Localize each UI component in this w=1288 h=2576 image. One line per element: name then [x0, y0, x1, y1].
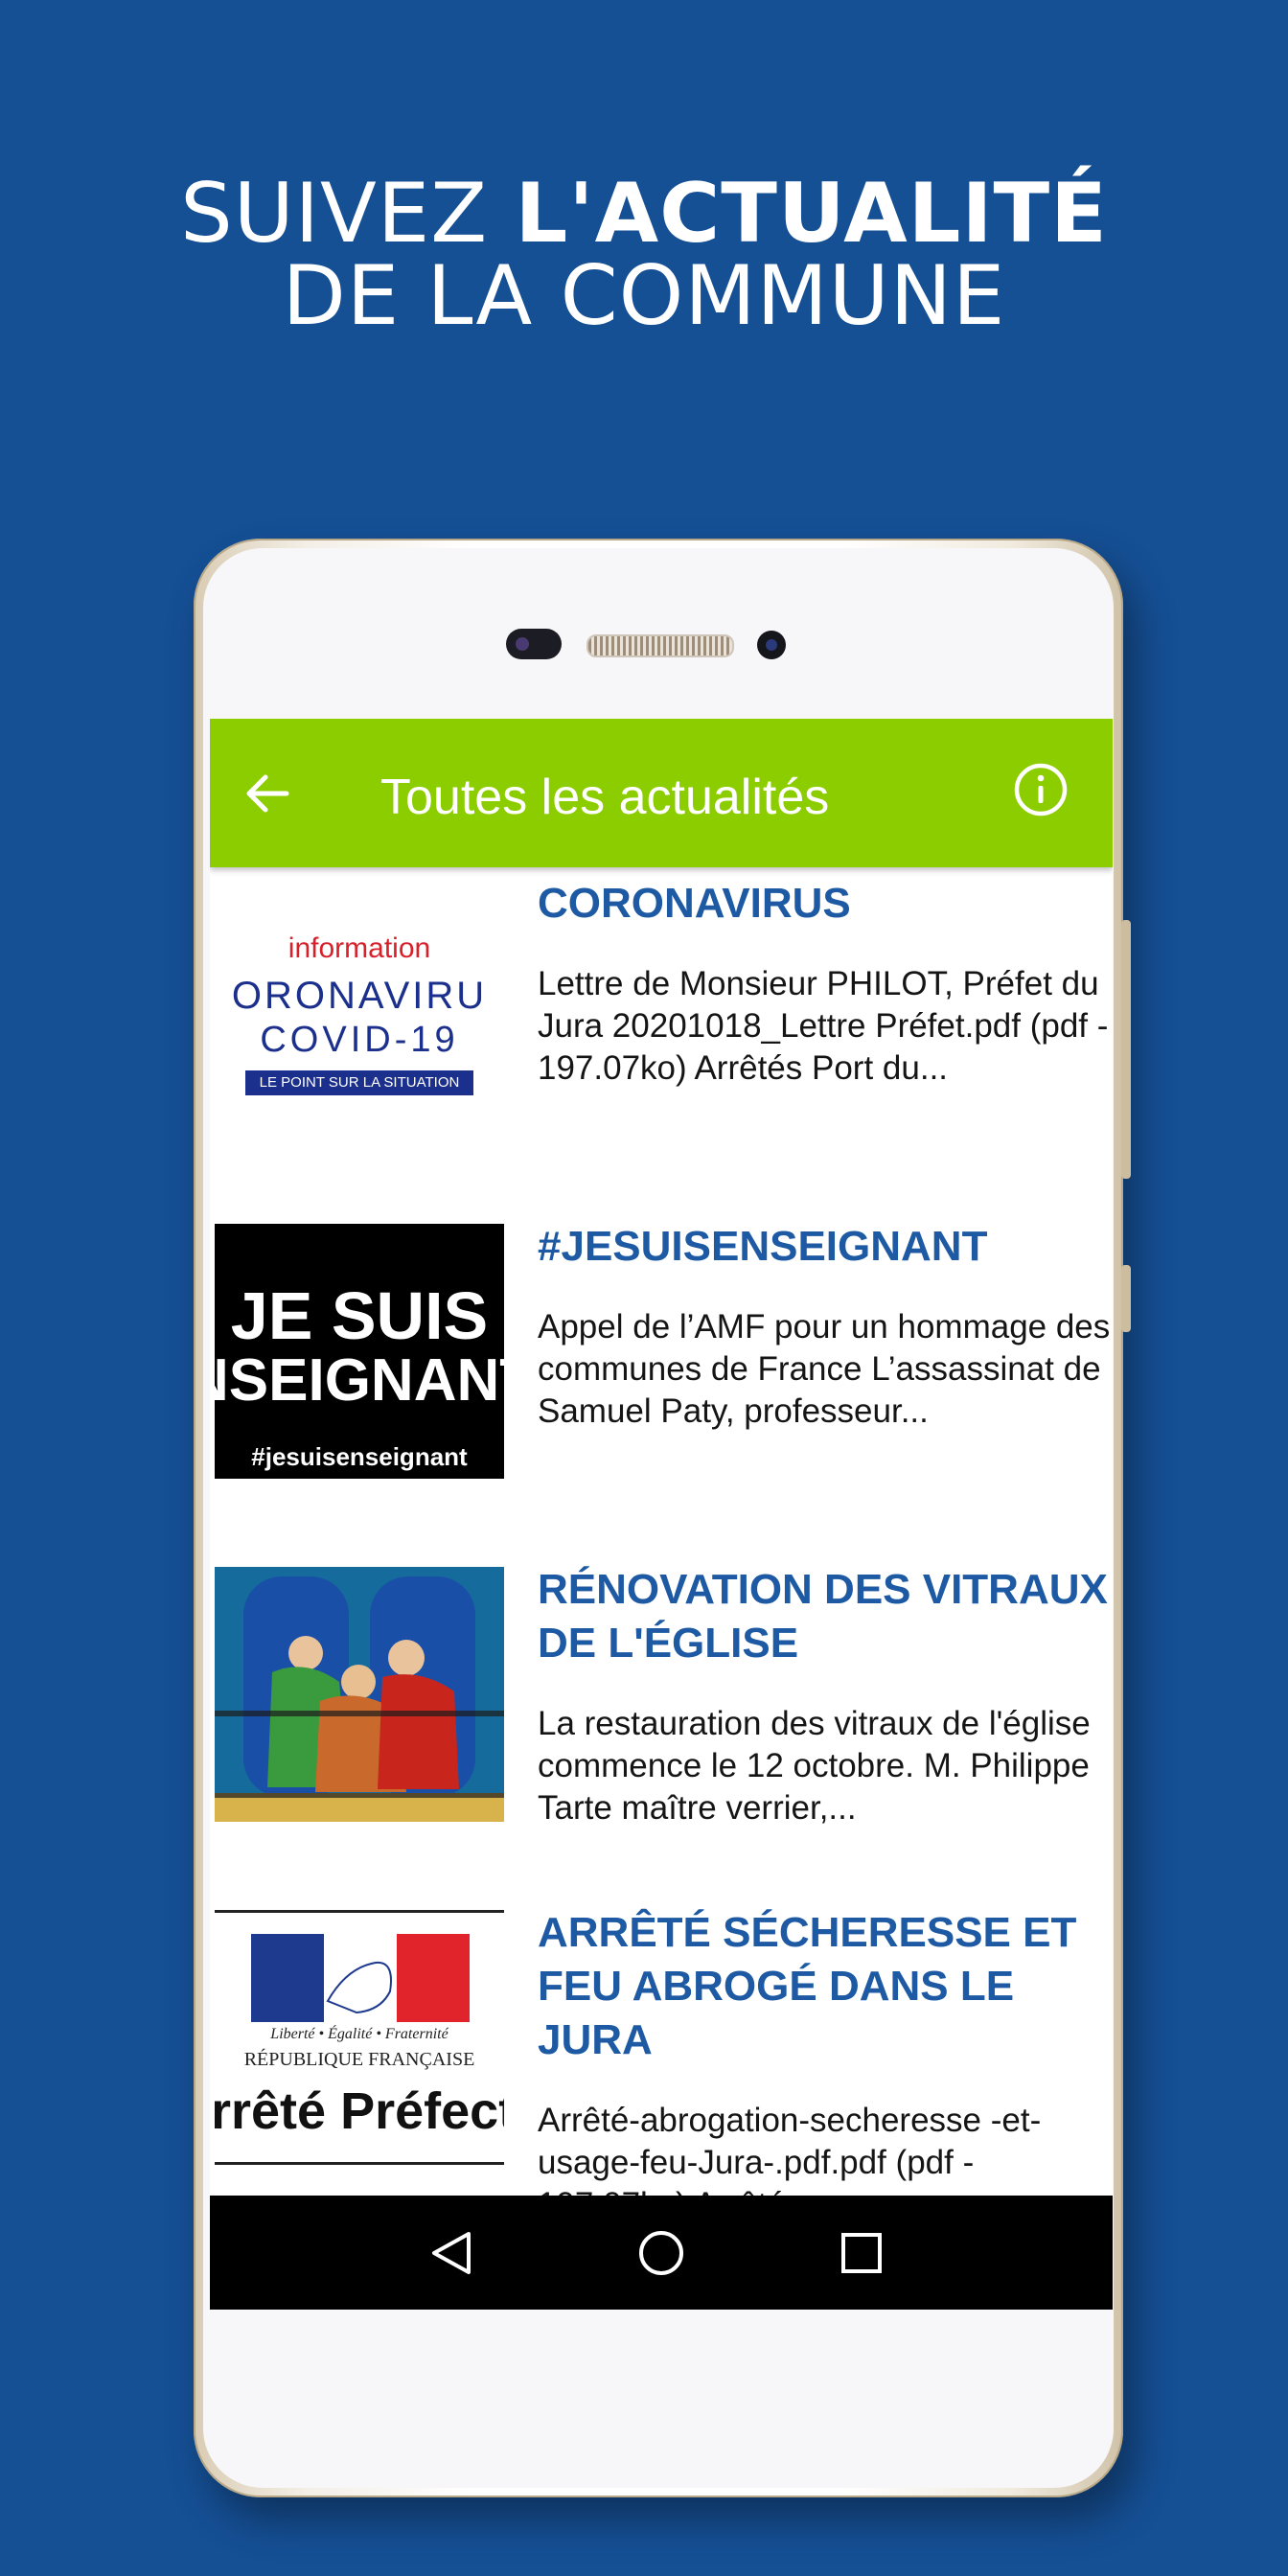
phone-side-button [1121, 1265, 1131, 1332]
phone-side-button [1121, 920, 1131, 1179]
article-excerpt: La restauration des vitraux de l'église … [538, 1705, 1091, 1827]
thumbnail-text: #jesuisenseignant [251, 1442, 468, 1471]
headline: SUIVEZ L'ACTUALITÉ DE LA COMMUNE [0, 172, 1288, 337]
marianne-logo-icon [251, 1934, 470, 2022]
thumbnail-text: JE SUIS [230, 1278, 489, 1353]
thumbnail-text: Liberté • Égalité • Fraternité [270, 2026, 448, 2042]
triangle-back-icon[interactable] [421, 2222, 482, 2284]
square-recents-icon[interactable] [831, 2222, 892, 2284]
system-nav-bar [210, 2196, 1113, 2310]
article-thumbnail: information ORONAVIRU COVID-19 LE POINT … [215, 881, 504, 1136]
article-title[interactable]: CORONAVIRUS [538, 877, 1113, 931]
article-excerpt: Lettre de Monsieur PHILOT, Préfet du Jur… [538, 965, 1109, 1087]
page-title: Toutes les actualités [380, 770, 830, 825]
article-title[interactable]: RÉNOVATION DES VITRAUX DE L'ÉGLISE [538, 1563, 1113, 1670]
thumbnail-text: NSEIGNANT [215, 1347, 504, 1414]
circle-home-icon[interactable] [631, 2222, 692, 2284]
stained-glass-image [215, 1567, 504, 1822]
app-bar: Toutes les actualités [210, 719, 1113, 867]
thumbnail-text: rrêté Préfecto [215, 2082, 504, 2140]
info-icon[interactable] [1013, 762, 1069, 817]
thumbnail-text: RÉPUBLIQUE FRANÇAISE [243, 2049, 475, 2070]
thumbnail-text: COVID-19 [260, 1020, 459, 1060]
article-thumbnail: Liberté • Égalité • Fraternité RÉPUBLIQU… [215, 1910, 504, 2165]
article-thumbnail: JE SUIS NSEIGNANT #jesuisenseignant [215, 1224, 504, 1479]
thumbnail-text: information [288, 932, 431, 964]
article-title[interactable]: ARRÊTÉ SÉCHERESSE ET FEU ABROGÉ DANS LE … [538, 1906, 1113, 2067]
front-camera-left [506, 629, 562, 659]
arrow-left-icon[interactable] [239, 765, 296, 822]
article-excerpt: Appel de l’AMF pour un hommage des commu… [538, 1308, 1111, 1430]
screen: Toutes les actualités information ORONAV… [210, 719, 1113, 2310]
article-title[interactable]: #JESUISENSEIGNANT [538, 1220, 1113, 1274]
headline-line1-bold: L'ACTUALITÉ [515, 166, 1108, 262]
headline-line2: DE LA COMMUNE [282, 248, 1006, 344]
thumbnail-text: LE POINT SUR LA SITUATION [245, 1070, 473, 1095]
thumbnail-text: ORONAVIRU [231, 975, 488, 1017]
front-camera-right [757, 631, 786, 659]
earpiece-speaker [586, 634, 734, 657]
headline-line1-normal: SUIVEZ [180, 166, 516, 262]
